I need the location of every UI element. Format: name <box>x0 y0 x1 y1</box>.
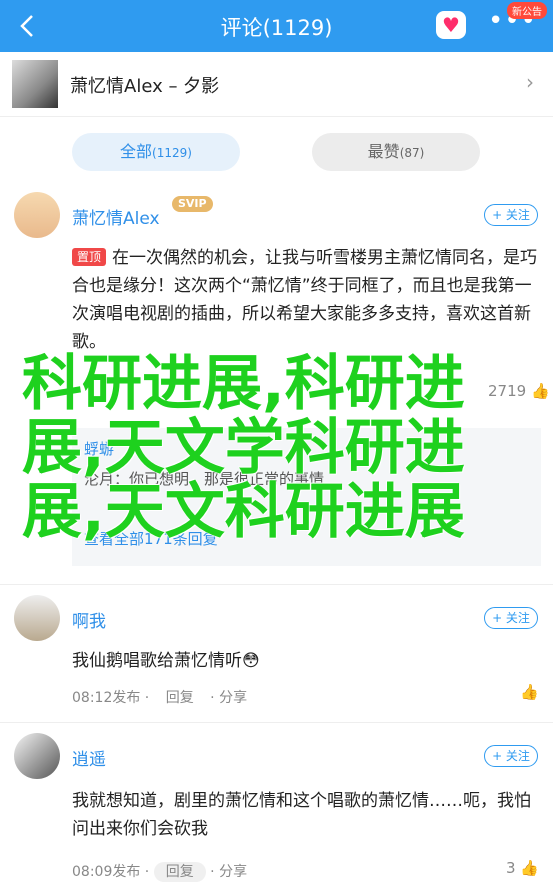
comment-username[interactable]: 萧忆情Alex <box>72 204 160 229</box>
share-button[interactable]: 分享 <box>219 864 247 880</box>
album-cover <box>12 60 58 108</box>
comment-username[interactable]: 逍遥 <box>72 745 106 770</box>
favorite-heart-icon[interactable]: ♥ <box>436 11 466 39</box>
like-icon[interactable]: 👍 <box>520 683 539 701</box>
pinned-badge: 置顶 <box>72 248 107 266</box>
share-button[interactable]: 分享 <box>219 690 247 706</box>
svip-badge: SVIP <box>172 196 213 212</box>
comment-text: 我就想知道，剧里的萧忆情和这个唱歌的萧忆情……呃，我怕问出来你们会砍我 <box>72 791 531 839</box>
like-count[interactable]: 3 👍 <box>506 859 539 877</box>
comment-meta: 08:09发布 · 回复 · 分享 <box>72 862 248 882</box>
comment-username[interactable]: 啊我 <box>72 607 106 632</box>
comment-item: 啊我 + 关注 我仙鹅唱歌给萧忆情听😳 08:12发布 · 回复 · 分享 👍 <box>0 585 553 715</box>
comment-tabs: 全部(1129) 最赞(87) <box>0 116 553 188</box>
tab-top[interactable]: 最赞(87) <box>312 133 480 171</box>
avatar[interactable] <box>14 595 60 641</box>
comment-text: 我仙鹅唱歌给萧忆情听😳 <box>72 651 260 671</box>
song-info-bar[interactable]: 萧忆情Alex – 夕影 › <box>0 52 553 117</box>
tab-all[interactable]: 全部(1129) <box>72 133 240 171</box>
reply-button[interactable]: 回复 <box>153 862 206 882</box>
follow-button[interactable]: + 关注 <box>484 607 538 629</box>
comment-text: 置顶 在一次偶然的机会，让我与听雪楼男主萧忆情同名，是巧合也是缘分！这次两个“萧忆… <box>72 248 538 352</box>
comment-meta: 08:12发布 · 回复 · 分享 <box>72 688 248 708</box>
watermark-overlay: 科研进展,科研进展,天文学科研进展,天文科研进展 <box>22 349 465 547</box>
comment-item: 逍遥 + 关注 我就想知道，剧里的萧忆情和这个唱歌的萧忆情……呃，我怕问出来你们… <box>0 723 553 887</box>
chevron-right-icon: › <box>526 70 534 94</box>
follow-button[interactable]: + 关注 <box>484 204 538 226</box>
song-title: 萧忆情Alex – 夕影 <box>70 76 220 97</box>
top-bar: 评论(1129) ♥ ••• 新公告 <box>0 0 553 52</box>
new-notice-badge: 新公告 <box>507 2 547 19</box>
follow-button[interactable]: + 关注 <box>484 745 538 767</box>
page-title: 评论(1129) <box>220 16 333 40</box>
avatar[interactable] <box>14 733 60 779</box>
avatar[interactable] <box>14 192 60 238</box>
reply-button[interactable]: 回复 <box>154 688 206 708</box>
